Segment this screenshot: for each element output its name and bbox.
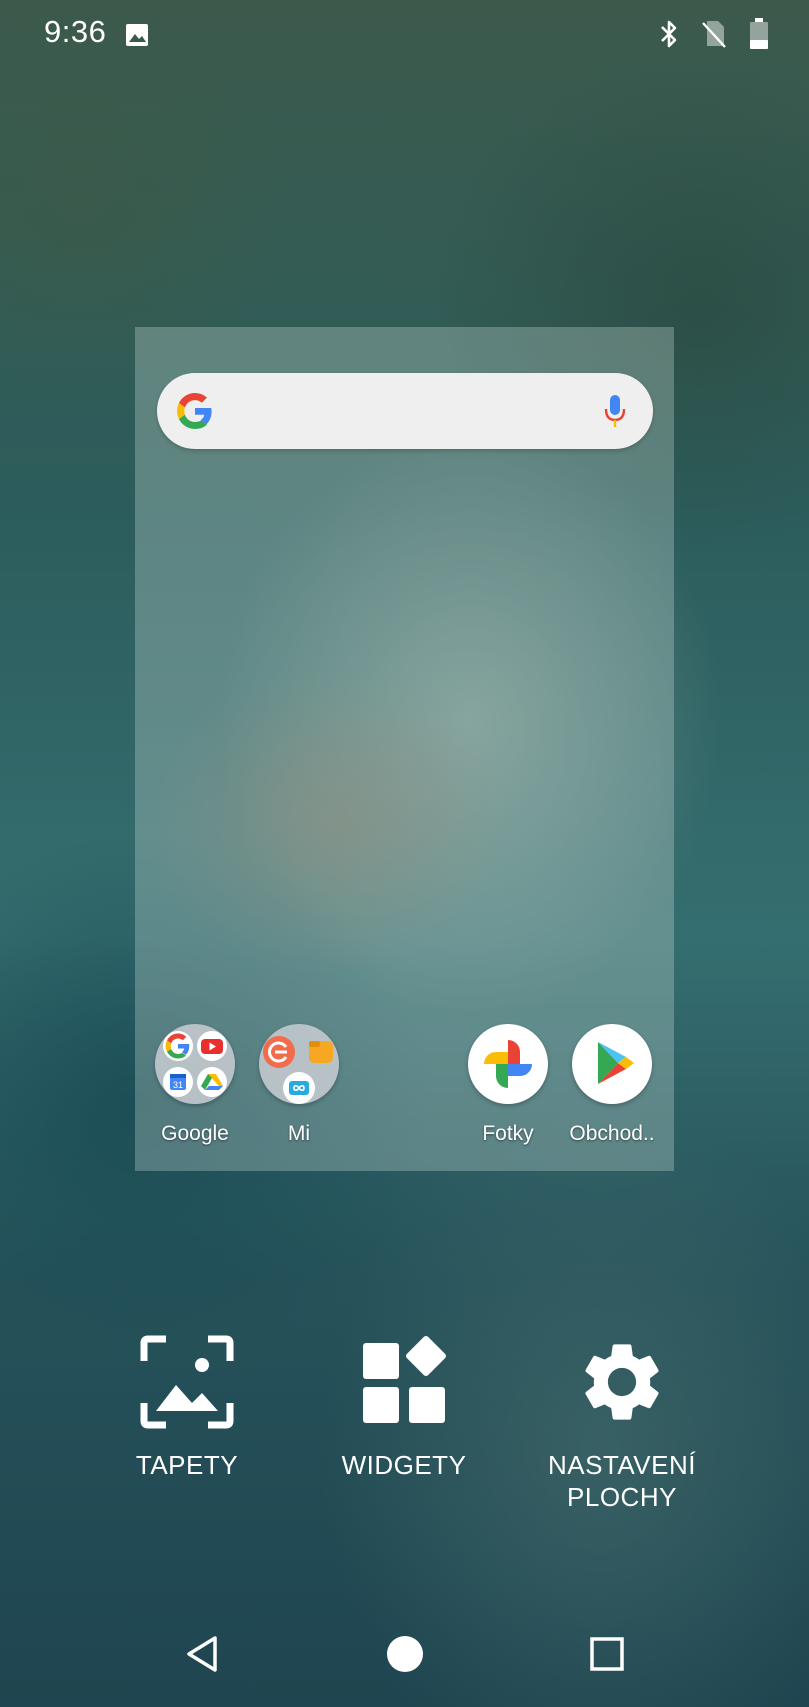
battery-icon — [750, 18, 768, 49]
app-fotky[interactable]: Fotky — [458, 1024, 558, 1146]
mi-browser-mini-icon — [263, 1036, 295, 1068]
widgets-button[interactable]: WIDGETY — [304, 1335, 504, 1481]
google-g-icon — [177, 393, 212, 429]
app-mi-folder[interactable]: Mi — [249, 1024, 349, 1146]
google-mini-icon — [163, 1031, 193, 1061]
back-icon[interactable] — [181, 1632, 225, 1676]
gear-icon — [585, 1344, 659, 1420]
home-options: TAPETY WIDGETY NASTAVENÍ PLOCHY — [0, 1335, 809, 1515]
home-settings-button[interactable]: NASTAVENÍ PLOCHY — [522, 1335, 722, 1513]
app-dock: 31 Google Mi Fotky Obchod.. — [135, 1024, 674, 1164]
status-icons — [659, 18, 769, 50]
wallpaper-icon — [140, 1335, 234, 1429]
widgets-label: WIDGETY — [341, 1450, 467, 1480]
mi-folder-icon — [259, 1024, 339, 1104]
navigation-bar — [0, 1610, 809, 1700]
app-label: Google — [161, 1122, 229, 1145]
calendar-mini-icon: 31 — [163, 1067, 193, 1097]
google-folder-icon: 31 — [155, 1024, 235, 1104]
app-label: Mi — [287, 1122, 311, 1145]
recents-icon[interactable] — [585, 1632, 629, 1676]
youtube-mini-icon — [197, 1031, 227, 1061]
home-screen-preview[interactable]: 31 Google Mi Fotky Obchod.. — [135, 327, 674, 1171]
status-time: 9:36 — [44, 14, 107, 49]
google-search-bar[interactable] — [157, 373, 653, 449]
image-notification-icon — [126, 24, 148, 46]
mi-files-mini-icon — [305, 1036, 337, 1068]
mi-loop-mini-icon — [283, 1072, 315, 1104]
home-icon[interactable] — [383, 1632, 427, 1676]
play-store-icon — [572, 1024, 652, 1104]
widgets-icon — [363, 1336, 446, 1423]
svg-text:31: 31 — [173, 1080, 183, 1090]
app-obchod[interactable]: Obchod.. — [562, 1024, 662, 1146]
google-photos-icon — [468, 1024, 548, 1104]
status-bar: 9:36 — [0, 0, 809, 70]
app-google-folder[interactable]: 31 Google — [145, 1024, 245, 1146]
wallpapers-label: TAPETY — [135, 1450, 239, 1480]
home-settings-label: NASTAVENÍ PLOCHY — [547, 1450, 696, 1512]
no-sim-icon — [702, 21, 726, 48]
microphone-icon[interactable] — [603, 393, 627, 429]
app-label: Fotky — [482, 1122, 534, 1145]
wallpapers-button[interactable]: TAPETY — [87, 1335, 287, 1481]
drive-mini-icon — [197, 1067, 227, 1097]
bluetooth-icon — [661, 20, 677, 48]
app-label: Obchod.. — [569, 1122, 655, 1145]
